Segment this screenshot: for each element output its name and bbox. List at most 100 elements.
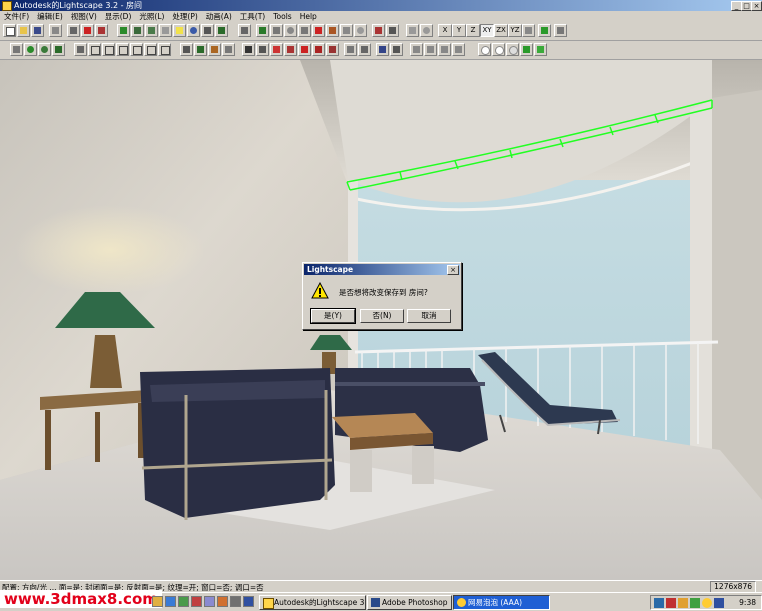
select-surface-icon[interactable]: [344, 43, 357, 56]
block-icon[interactable]: [131, 24, 144, 37]
new-file-icon[interactable]: [3, 24, 16, 37]
axis-xy-button[interactable]: XY: [480, 24, 494, 37]
shade-icon[interactable]: [38, 43, 51, 56]
view-front-icon[interactable]: [478, 43, 491, 56]
surface-6-icon[interactable]: [158, 43, 171, 56]
material-yellow-icon[interactable]: [173, 24, 186, 37]
view-cube-icon[interactable]: [534, 43, 547, 56]
quicklaunch-app-icon[interactable]: [204, 596, 215, 607]
surface-4-icon[interactable]: [130, 43, 143, 56]
select-window-icon[interactable]: [298, 43, 311, 56]
menu-view[interactable]: 视图(V): [67, 11, 101, 22]
select-red-icon[interactable]: [270, 43, 283, 56]
quicklaunch-desktop-icon[interactable]: [178, 596, 189, 607]
context-help-icon[interactable]: [95, 24, 108, 37]
select-plus-icon[interactable]: [256, 43, 269, 56]
axis-z-button[interactable]: Z: [466, 24, 480, 37]
task-netease-popo[interactable]: 网易泡泡 (AAA): [453, 595, 550, 610]
tray-input-method-icon[interactable]: [714, 598, 724, 608]
grid-icon[interactable]: [222, 43, 235, 56]
view-top-icon[interactable]: [506, 43, 519, 56]
filter-icon[interactable]: [180, 43, 193, 56]
render-icon[interactable]: [215, 24, 228, 37]
view-side-icon[interactable]: [492, 43, 505, 56]
camera-icon[interactable]: [340, 24, 353, 37]
menu-display[interactable]: 显示(D): [101, 11, 136, 22]
layers-icon[interactable]: [10, 43, 23, 56]
print-icon[interactable]: [67, 24, 80, 37]
array-icon[interactable]: [438, 43, 451, 56]
screen-icon[interactable]: [386, 24, 399, 37]
menu-edit[interactable]: 编辑(E): [33, 11, 67, 22]
rotate-icon[interactable]: [420, 24, 433, 37]
refresh-icon[interactable]: [354, 24, 367, 37]
close-button[interactable]: ×: [751, 1, 762, 11]
deselect-icon[interactable]: [284, 43, 297, 56]
surface-2-icon[interactable]: [102, 43, 115, 56]
pointer-icon[interactable]: [554, 24, 567, 37]
tray-shield-icon[interactable]: [678, 598, 688, 608]
zoom-window-icon[interactable]: [298, 24, 311, 37]
instance-icon[interactable]: [145, 24, 158, 37]
axis-y-button[interactable]: Y: [452, 24, 466, 37]
save-icon[interactable]: [31, 24, 44, 37]
light-icon[interactable]: [238, 24, 251, 37]
select-crossing-icon[interactable]: [312, 43, 325, 56]
undo-icon[interactable]: [49, 24, 62, 37]
globe-icon[interactable]: [187, 24, 200, 37]
quicklaunch-media-icon[interactable]: [191, 596, 202, 607]
quicklaunch-app2-icon[interactable]: [217, 596, 228, 607]
menu-file[interactable]: 文件(F): [0, 11, 33, 22]
help-question-icon[interactable]: [81, 24, 94, 37]
pointer-tool-icon[interactable]: [376, 43, 389, 56]
task-lightscape[interactable]: Autodesk的Lightscape 3....: [259, 595, 366, 610]
menu-help[interactable]: Help: [296, 12, 321, 21]
solid-green-icon[interactable]: [24, 43, 37, 56]
tree-icon[interactable]: [194, 43, 207, 56]
select-tool-icon[interactable]: [74, 43, 87, 56]
texture-display-icon[interactable]: [52, 43, 65, 56]
edit-tool-icon[interactable]: [390, 43, 403, 56]
wand-icon[interactable]: [159, 24, 172, 37]
mirror-icon[interactable]: [410, 43, 423, 56]
pan-red-icon[interactable]: [312, 24, 325, 37]
scale-icon[interactable]: [452, 43, 465, 56]
open-folder-icon[interactable]: [17, 24, 30, 37]
axis-yz-button[interactable]: YZ: [508, 24, 522, 37]
orbit-icon[interactable]: [270, 24, 283, 37]
window-title-bar[interactable]: Autodesk的Lightscape 3.2 - 房间 _ □ ×: [0, 0, 762, 11]
align-icon[interactable]: [522, 24, 535, 37]
menu-tools[interactable]: Tools: [269, 12, 295, 21]
tray-popo-icon[interactable]: [702, 598, 712, 608]
no-button[interactable]: 否(N): [360, 309, 404, 323]
axis-x-button[interactable]: X: [438, 24, 452, 37]
surface-5-icon[interactable]: [144, 43, 157, 56]
person-icon[interactable]: [208, 43, 221, 56]
view-icon[interactable]: [256, 24, 269, 37]
select-all-icon[interactable]: [326, 43, 339, 56]
menu-animation[interactable]: 动画(A): [202, 11, 236, 22]
menu-light[interactable]: 光照(L): [135, 11, 168, 22]
menu-tools-cn[interactable]: 工具(T): [236, 11, 269, 22]
zoom-icon[interactable]: [284, 24, 297, 37]
move-icon[interactable]: [406, 24, 419, 37]
snap-green-icon[interactable]: [538, 24, 551, 37]
dialog-close-button[interactable]: ×: [447, 265, 459, 275]
arrow-select-icon[interactable]: [242, 43, 255, 56]
select-mesh-icon[interactable]: [358, 43, 371, 56]
quicklaunch-app4-icon[interactable]: [243, 596, 254, 607]
task-photoshop[interactable]: Adobe Photoshop: [367, 595, 452, 610]
tray-app-icon[interactable]: [690, 598, 700, 608]
layer-green-icon[interactable]: [117, 24, 130, 37]
tray-network-icon[interactable]: [654, 598, 664, 608]
texture-icon[interactable]: [201, 24, 214, 37]
tray-antivirus-icon[interactable]: [666, 598, 676, 608]
view-cube-green-icon[interactable]: [520, 43, 533, 56]
quicklaunch-explorer-icon[interactable]: [152, 596, 163, 607]
menu-process[interactable]: 处理(P): [168, 11, 201, 22]
zoom-extents-icon[interactable]: [372, 24, 385, 37]
quicklaunch-app3-icon[interactable]: [230, 596, 241, 607]
axis-zx-button[interactable]: ZX: [494, 24, 508, 37]
walk-icon[interactable]: [326, 24, 339, 37]
surface-1-icon[interactable]: [88, 43, 101, 56]
